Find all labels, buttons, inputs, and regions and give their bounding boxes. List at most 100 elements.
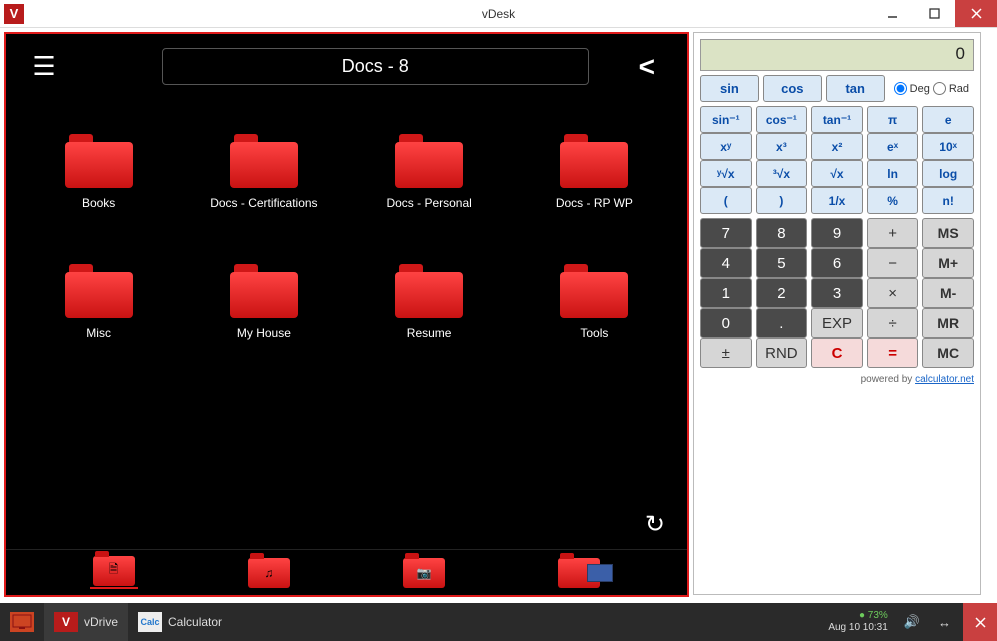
maximize-button[interactable] [913, 0, 955, 27]
folder-label: My House [237, 326, 291, 340]
folder-icon [65, 264, 133, 318]
folder-item[interactable]: Docs - Personal [347, 107, 512, 237]
calc-btn[interactable]: MC [922, 338, 974, 368]
calc-btn[interactable]: ) [756, 187, 808, 214]
calc-btn[interactable]: ± [700, 338, 752, 368]
calc-btn[interactable]: π [867, 106, 919, 133]
vdrive-bottombar: 🗎 ♫ 📷 [6, 549, 687, 595]
calc-btn[interactable]: 1/x [811, 187, 863, 214]
hamburger-icon[interactable]: ☰ [26, 51, 62, 82]
calc-btn[interactable]: C [811, 338, 863, 368]
calc-btn[interactable]: tan⁻¹ [811, 106, 863, 133]
folder-item[interactable]: Docs - RP WP [512, 107, 677, 237]
calc-btn[interactable]: ³√x [756, 160, 808, 187]
calc-btn-tan[interactable]: tan [826, 75, 885, 102]
calc-btn[interactable]: × [867, 278, 919, 308]
calc-btn[interactable]: = [867, 338, 919, 368]
calc-btn[interactable]: 7 [700, 218, 752, 248]
taskbar-close-button[interactable] [963, 603, 997, 641]
calc-btn[interactable]: sin⁻¹ [700, 106, 752, 133]
bottom-tab-docs[interactable]: 🗎 [90, 557, 138, 589]
calc-btn[interactable]: 10ˣ [922, 133, 974, 160]
folder-item[interactable]: Docs - Certifications [181, 107, 346, 237]
calc-btn[interactable]: x³ [756, 133, 808, 160]
folder-item[interactable]: Tools [512, 237, 677, 367]
minimize-button[interactable] [871, 0, 913, 27]
folder-item[interactable]: Books [16, 107, 181, 237]
window-controls [871, 0, 997, 27]
volume-icon[interactable]: 🔊 [898, 614, 926, 630]
close-button[interactable] [955, 0, 997, 27]
folder-label: Misc [86, 326, 111, 340]
calc-btn[interactable]: x² [811, 133, 863, 160]
calc-btn[interactable]: n! [922, 187, 974, 214]
calc-btn[interactable]: e [922, 106, 974, 133]
battery-clock: ● 73% Aug 10 10:31 [828, 610, 892, 634]
task-app-calculator[interactable]: CalcCalculator [128, 603, 232, 641]
folder-item[interactable]: Misc [16, 237, 181, 367]
calc-btn[interactable]: 8 [756, 218, 808, 248]
rad-radio[interactable] [933, 82, 946, 95]
task-app-vdrive[interactable]: VvDrive [44, 603, 128, 641]
footer-prefix: powered by [861, 374, 915, 385]
refresh-icon[interactable]: ↻ [645, 510, 665, 539]
calc-btn[interactable]: . [756, 308, 808, 338]
calculator-panel: 0 sin cos tan Deg Rad sin⁻¹cos⁻¹tan⁻¹πe x… [693, 32, 981, 595]
monitor-icon [10, 612, 34, 632]
folder-label: Tools [580, 326, 608, 340]
deg-label: Deg [910, 83, 930, 95]
calculator-icon: Calc [138, 612, 162, 632]
calc-btn[interactable]: M- [922, 278, 974, 308]
vdrive-panel: ☰ Docs - 8 < BooksDocs - CertificationsD… [4, 32, 689, 597]
calc-btn[interactable]: 3 [811, 278, 863, 308]
calc-btn[interactable]: 2 [756, 278, 808, 308]
calc-btn[interactable]: EXP [811, 308, 863, 338]
calc-btn[interactable]: RND [756, 338, 808, 368]
vdrive-header: ☰ Docs - 8 < [6, 34, 687, 99]
calc-btn[interactable]: 0 [700, 308, 752, 338]
calc-btn[interactable]: ln [867, 160, 919, 187]
calc-btn[interactable]: ʸ√x [700, 160, 752, 187]
bottom-tab-music[interactable]: ♫ [245, 557, 293, 589]
calc-btn-cos[interactable]: cos [763, 75, 822, 102]
calc-btn[interactable]: M+ [922, 248, 974, 278]
calc-btn[interactable]: 6 [811, 248, 863, 278]
vdrive-breadcrumb[interactable]: Docs - 8 [162, 48, 589, 85]
window-titlebar: V vDesk [0, 0, 997, 28]
calc-btn[interactable]: xʸ [700, 133, 752, 160]
calc-btn-sin[interactable]: sin [700, 75, 759, 102]
calc-btn[interactable]: + [867, 218, 919, 248]
calc-display: 0 [700, 39, 974, 71]
folder-item[interactable]: Resume [347, 237, 512, 367]
angle-mode-selector: Deg Rad [889, 75, 974, 102]
calc-btn[interactable]: 5 [756, 248, 808, 278]
calc-btn[interactable]: cos⁻¹ [756, 106, 808, 133]
calc-btn[interactable]: MS [922, 218, 974, 248]
calc-btn[interactable]: ÷ [867, 308, 919, 338]
calc-btn[interactable]: √x [811, 160, 863, 187]
calc-btn[interactable]: 4 [700, 248, 752, 278]
task-app-monitor[interactable] [0, 603, 44, 641]
clock-text: Aug 10 10:31 [828, 622, 888, 634]
bottom-tab-tagged[interactable] [555, 557, 603, 589]
folder-icon [560, 264, 628, 318]
calc-btn[interactable]: − [867, 248, 919, 278]
calculator-net-link[interactable]: calculator.net [915, 374, 974, 385]
deg-radio[interactable] [894, 82, 907, 95]
calc-btn[interactable]: log [922, 160, 974, 187]
folder-item[interactable]: My House [181, 237, 346, 367]
battery-pct: 73% [868, 610, 888, 621]
folder-icon [395, 264, 463, 318]
calc-btn[interactable]: ( [700, 187, 752, 214]
calc-btn[interactable]: eˣ [867, 133, 919, 160]
calc-btn[interactable]: 9 [811, 218, 863, 248]
bottom-tab-photos[interactable]: 📷 [400, 557, 448, 589]
back-icon[interactable]: < [639, 51, 655, 83]
folder-label: Docs - RP WP [556, 196, 633, 210]
window-title: vDesk [482, 7, 515, 21]
calc-btn[interactable]: MR [922, 308, 974, 338]
calc-btn[interactable]: % [867, 187, 919, 214]
expand-icon[interactable]: ↔ [932, 615, 957, 630]
calc-btn[interactable]: 1 [700, 278, 752, 308]
app-icon: V [4, 4, 24, 24]
